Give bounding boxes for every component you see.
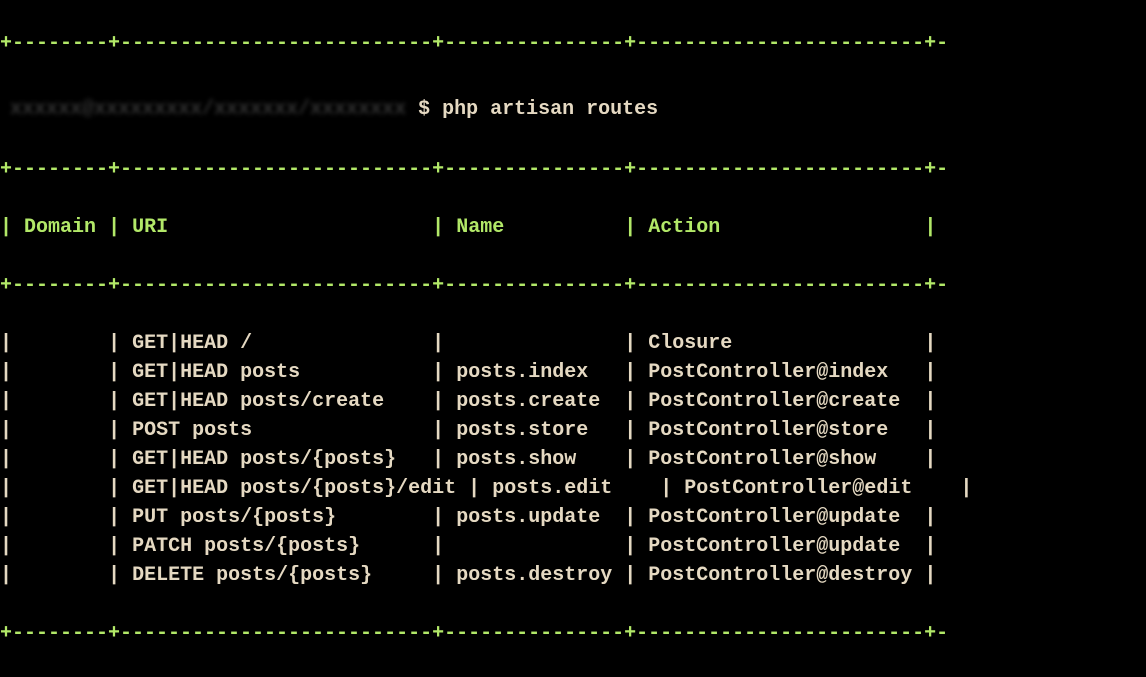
- table-header-row: | Domain | URI | Name | Action |: [0, 213, 1146, 242]
- cell-uri: GET|HEAD posts/{posts}: [132, 448, 420, 471]
- cell-name: posts.destroy: [456, 564, 612, 587]
- cell-domain: [24, 361, 96, 384]
- cell-action: PostController@store: [648, 419, 912, 442]
- col-header-uri: URI: [132, 216, 420, 239]
- cell-name: posts.edit: [492, 477, 648, 500]
- cell-name: posts.index: [456, 361, 612, 384]
- cell-name: [456, 332, 612, 355]
- table-row: | | POST posts | posts.store | PostContr…: [0, 416, 1146, 445]
- cell-name: posts.create: [456, 390, 612, 413]
- cell-uri: PATCH posts/{posts}: [132, 535, 420, 558]
- cell-domain: [24, 535, 96, 558]
- cell-uri: POST posts: [132, 419, 420, 442]
- table-row: | | GET|HEAD posts/{posts} | posts.show …: [0, 445, 1146, 474]
- table-row: | | GET|HEAD / | | Closure |: [0, 329, 1146, 358]
- command-text: php artisan routes: [442, 98, 658, 121]
- cell-name: posts.show: [456, 448, 612, 471]
- table-body: | | GET|HEAD / | | Closure | | | GET|HEA…: [0, 329, 1146, 590]
- table-divider-top: +--------+--------------------------+---…: [0, 29, 1146, 58]
- prompt-path: xxxxxx@xxxxxxxxx/xxxxxxx/xxxxxxxx: [10, 98, 406, 121]
- cell-action: Closure: [648, 332, 912, 355]
- cell-action: PostController@edit: [684, 477, 948, 500]
- cell-action: PostController@update: [648, 506, 912, 529]
- table-row: | | DELETE posts/{posts} | posts.destroy…: [0, 561, 1146, 590]
- cell-uri: GET|HEAD posts/{posts}/edit: [132, 477, 456, 500]
- cell-action: PostController@index: [648, 361, 912, 384]
- cell-domain: [24, 448, 96, 471]
- cell-domain: [24, 390, 96, 413]
- col-header-domain: Domain: [24, 216, 96, 239]
- table-row: | | PUT posts/{posts} | posts.update | P…: [0, 503, 1146, 532]
- col-header-action: Action: [648, 216, 912, 239]
- cell-uri: PUT posts/{posts}: [132, 506, 420, 529]
- terminal-output: +--------+--------------------------+---…: [0, 0, 1146, 677]
- table-divider: +--------+--------------------------+---…: [0, 155, 1146, 184]
- cell-domain: [24, 564, 96, 587]
- cell-name: posts.update: [456, 506, 612, 529]
- cell-uri: GET|HEAD posts: [132, 361, 420, 384]
- prompt-line[interactable]: xxxxxx@xxxxxxxxx/xxxxxxx/xxxxxxxx $ php …: [0, 87, 1146, 126]
- table-divider: +--------+--------------------------+---…: [0, 271, 1146, 300]
- cell-uri: DELETE posts/{posts}: [132, 564, 420, 587]
- cell-name: posts.store: [456, 419, 612, 442]
- cell-action: PostController@show: [648, 448, 912, 471]
- cell-action: PostController@destroy: [648, 564, 912, 587]
- table-row: | | PATCH posts/{posts} | | PostControll…: [0, 532, 1146, 561]
- cell-action: PostController@create: [648, 390, 912, 413]
- cell-name: [456, 535, 612, 558]
- table-row: | | GET|HEAD posts/{posts}/edit | posts.…: [0, 474, 1146, 503]
- cell-domain: [24, 332, 96, 355]
- prompt-dollar: $: [418, 98, 430, 121]
- cell-action: PostController@update: [648, 535, 912, 558]
- cell-domain: [24, 477, 96, 500]
- cell-uri: GET|HEAD posts/create: [132, 390, 420, 413]
- table-divider-bottom: +--------+--------------------------+---…: [0, 619, 1146, 648]
- col-header-name: Name: [456, 216, 612, 239]
- table-row: | | GET|HEAD posts | posts.index | PostC…: [0, 358, 1146, 387]
- table-row: | | GET|HEAD posts/create | posts.create…: [0, 387, 1146, 416]
- cell-domain: [24, 419, 96, 442]
- cell-domain: [24, 506, 96, 529]
- cell-uri: GET|HEAD /: [132, 332, 420, 355]
